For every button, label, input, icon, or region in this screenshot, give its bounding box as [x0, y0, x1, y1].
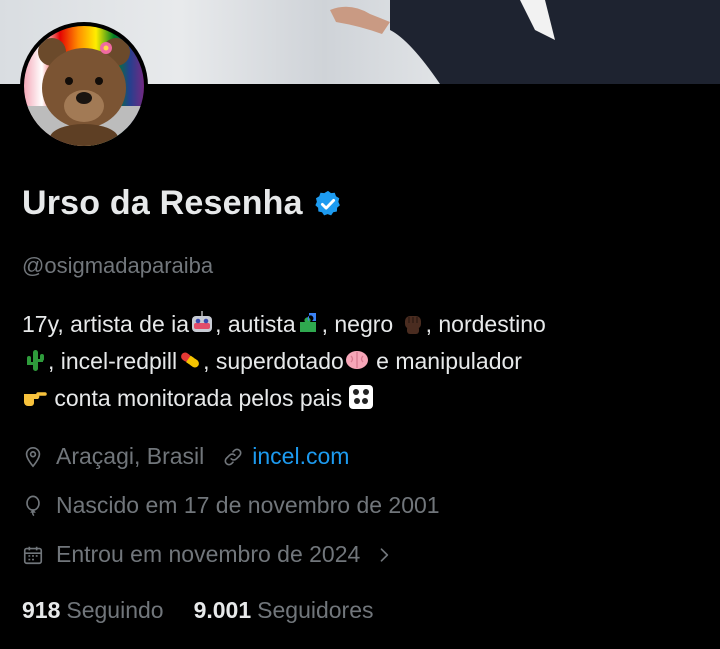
pointing-hand-emoji-icon	[24, 392, 47, 406]
bio-text: e manipulador	[369, 348, 522, 374]
chevron-right-icon[interactable]	[374, 545, 394, 565]
website-link[interactable]: incel.com	[252, 443, 349, 470]
bio-text: 17y, artista de ia	[22, 311, 190, 337]
joined-date-text: Entrou em novembro de 2024	[56, 541, 361, 567]
bio-text: , autista	[215, 311, 296, 337]
location-text: Araçagi, Brasil	[56, 443, 205, 469]
profile-name: Urso da Resenha	[22, 184, 303, 222]
robot-emoji-icon	[192, 311, 213, 332]
verified-badge-icon[interactable]	[313, 189, 343, 219]
bio-text: , incel-redpill	[48, 348, 178, 374]
balloon-icon	[26, 495, 40, 516]
avatar[interactable]	[24, 26, 144, 146]
banner-photo	[330, 0, 720, 84]
bio-text: , negro	[321, 311, 400, 337]
following-count: 918	[22, 597, 61, 623]
avatar-border	[20, 22, 148, 150]
cactus-emoji-icon	[27, 350, 44, 371]
bio-text: conta monitorada pelos pais	[48, 385, 349, 411]
bear-avatar-image	[24, 26, 144, 146]
birth-date-text: Nascido em 17 de novembro de 2001	[56, 492, 440, 518]
profile-birth-row: Nascido em 17 de novembro de 2001	[22, 492, 440, 519]
pill-emoji-icon	[181, 352, 200, 368]
profile-location-row: Araçagi, Brasil incel.com	[22, 443, 349, 470]
profile-joined-row[interactable]: Entrou em novembro de 2024	[22, 541, 394, 568]
profile-handle: @osigmadaparaiba	[22, 253, 214, 278]
profile-bio: 17y, artista de ia , autista , negro , nor…	[22, 306, 712, 417]
followers-link[interactable]: 9.001 Seguidores	[194, 597, 374, 624]
bio-text: , nordestino	[425, 311, 546, 337]
following-link[interactable]: 918 Seguindo	[22, 597, 164, 624]
location-pin-icon	[25, 446, 41, 467]
link-icon	[224, 448, 242, 465]
brain-emoji-icon	[345, 351, 368, 369]
family-emoji-icon	[349, 385, 374, 409]
following-label: Seguindo	[66, 597, 164, 623]
calendar-icon	[23, 546, 43, 564]
followers-count: 9.001	[193, 597, 252, 623]
followers-label: Seguidores	[257, 597, 374, 623]
bio-text: , superdotado	[203, 348, 344, 374]
profile-name-row: Urso da Resenha	[22, 184, 343, 223]
puzzle-piece-emoji-icon	[299, 313, 316, 332]
follow-stats: 918 Seguindo 9.001 Seguidores	[22, 597, 404, 624]
raised-fist-emoji-icon	[404, 316, 421, 334]
